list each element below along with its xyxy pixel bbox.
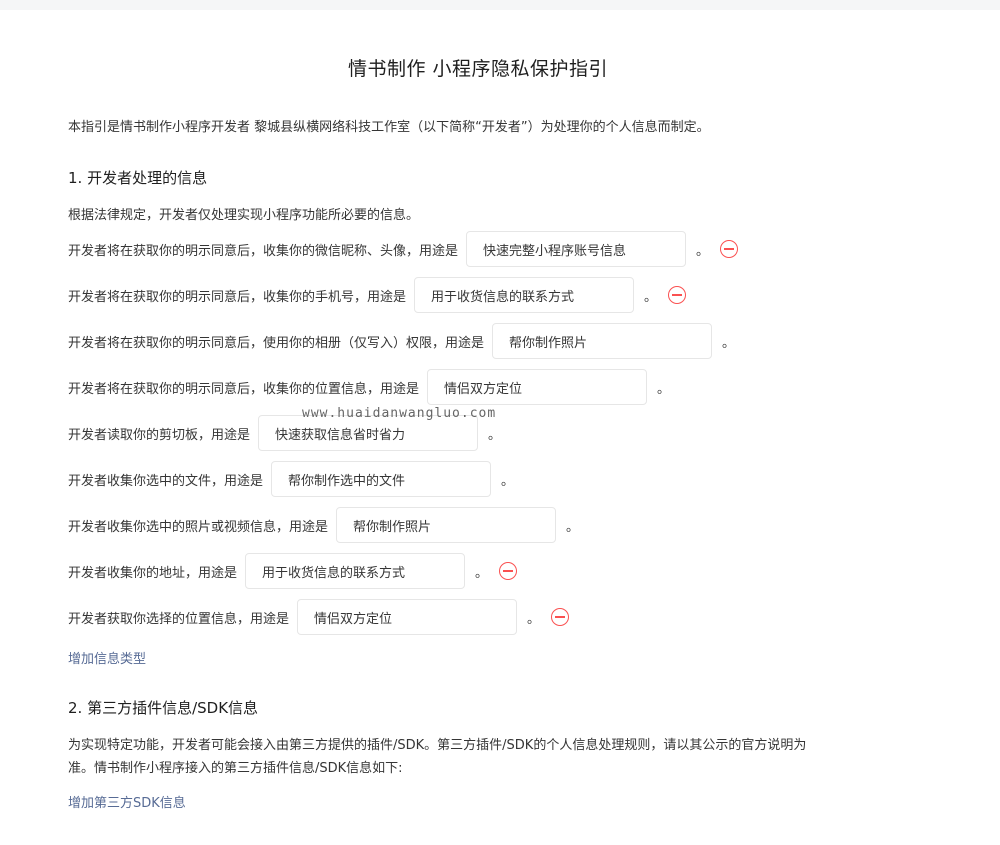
info-row-label: 开发者读取你的剪切板，用途是 [68, 427, 251, 443]
page-title: 情书制作 小程序隐私保护指引 [347, 58, 609, 80]
add-info-type-link[interactable]: 增加信息类型 [68, 648, 146, 667]
purpose-input[interactable]: 帮你制作选中的文件 [271, 461, 492, 497]
info-row-label: 开发者收集你选中的文件，用途是 [68, 473, 264, 489]
purpose-input[interactable]: 帮你制作照片 [492, 323, 713, 359]
info-row-label: 开发者将在获取你的明示同意后，收集你的微信昵称、头像，用途是 [68, 243, 459, 259]
purpose-input[interactable]: 情侣双方定位 [427, 369, 648, 405]
purpose-input[interactable]: 帮你制作照片 [336, 507, 557, 543]
section2-desc-line1: 为实现特定功能，开发者可能会接入由第三方提供的插件/SDK。第三方插件/SDK的… [68, 738, 807, 753]
period-text: 。 [527, 611, 541, 627]
add-sdk-link[interactable]: 增加第三方SDK信息 [68, 792, 186, 811]
section2-desc-line2: 准。情书制作小程序接入的第三方插件信息/SDK信息如下: [68, 761, 403, 776]
section1-heading: 1. 开发者处理的信息 [68, 169, 208, 187]
remove-icon[interactable] [668, 286, 687, 304]
purpose-input[interactable]: 情侣双方定位 [297, 599, 518, 635]
intro-text: 本指引是情书制作小程序开发者 黎城县纵横网络科技工作室（以下简称“开发者”）为处… [68, 120, 710, 135]
top-bar [0, 0, 1000, 10]
period-text: 。 [475, 565, 489, 581]
remove-icon[interactable] [720, 240, 739, 258]
purpose-input[interactable]: 快速完整小程序账号信息 [466, 231, 687, 267]
info-row: 开发者将在获取你的明示同意后，收集你的位置信息，用途是 情侣双方定位 。 [68, 369, 671, 405]
period-text: 。 [501, 473, 515, 489]
info-row-label: 开发者将在获取你的明示同意后，收集你的位置信息，用途是 [68, 381, 420, 397]
remove-icon[interactable] [499, 562, 518, 580]
info-row-label: 开发者收集你的地址，用途是 [68, 565, 238, 581]
section1-desc: 根据法律规定，开发者仅处理实现小程序功能所必要的信息。 [68, 208, 420, 223]
info-row: 开发者收集你选中的文件，用途是 帮你制作选中的文件 。 [68, 461, 515, 497]
info-row: 开发者获取你选择的位置信息，用途是 情侣双方定位 。 [68, 599, 570, 635]
info-row-label: 开发者获取你选择的位置信息，用途是 [68, 611, 290, 627]
section2-heading: 2. 第三方插件信息/SDK信息 [68, 699, 259, 717]
remove-icon[interactable] [551, 608, 570, 626]
purpose-input[interactable]: 用于收货信息的联系方式 [245, 553, 466, 589]
watermark: www.huaidanwangluo.com [302, 406, 497, 421]
period-text: 。 [644, 289, 658, 305]
info-row-label: 开发者将在获取你的明示同意后，收集你的手机号，用途是 [68, 289, 407, 305]
purpose-input[interactable]: 用于收货信息的联系方式 [414, 277, 635, 313]
period-text: 。 [722, 335, 736, 351]
info-row-label: 开发者收集你选中的照片或视频信息，用途是 [68, 519, 329, 535]
info-row-label: 开发者将在获取你的明示同意后，使用你的相册（仅写入）权限，用途是 [68, 335, 485, 351]
period-text: 。 [696, 243, 710, 259]
period-text: 。 [488, 427, 502, 443]
info-row: 开发者收集你选中的照片或视频信息，用途是 帮你制作照片 。 [68, 507, 580, 543]
period-text: 。 [657, 381, 671, 397]
info-row: 开发者收集你的地址，用途是 用于收货信息的联系方式 。 [68, 553, 518, 589]
info-row: 开发者将在获取你的明示同意后，收集你的微信昵称、头像，用途是 快速完整小程序账号… [68, 231, 739, 267]
period-text: 。 [566, 519, 580, 535]
info-row: 开发者将在获取你的明示同意后，使用你的相册（仅写入）权限，用途是 帮你制作照片 … [68, 323, 736, 359]
info-row: 开发者将在获取你的明示同意后，收集你的手机号，用途是 用于收货信息的联系方式 。 [68, 277, 687, 313]
